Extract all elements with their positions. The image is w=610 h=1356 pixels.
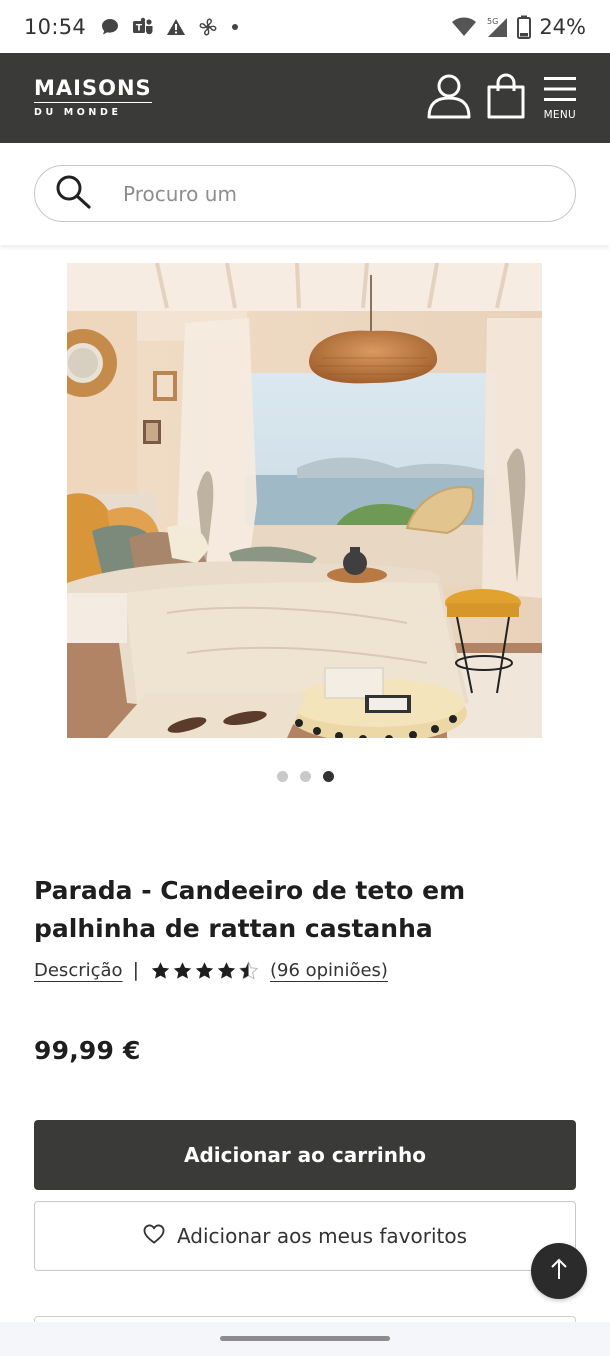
- hamburger-icon: [543, 76, 576, 106]
- site-logo[interactable]: MAISONS DU MONDE: [34, 78, 152, 118]
- star-half-icon: [238, 960, 258, 980]
- header-actions: MENU: [426, 73, 576, 123]
- status-notification-icons: T: [100, 17, 240, 37]
- star-full-icon: [151, 961, 170, 979]
- description-link[interactable]: Descrição: [34, 960, 123, 981]
- gesture-handle[interactable]: [220, 1336, 390, 1341]
- rating-stars[interactable]: [151, 960, 258, 980]
- battery-percentage: 24%: [539, 14, 586, 39]
- reviews-link[interactable]: (96 opiniões): [270, 960, 388, 981]
- meta-separator: |: [132, 959, 139, 981]
- site-header: MAISONS DU MONDE MENU: [0, 53, 610, 143]
- add-to-cart-button[interactable]: Adicionar ao carrinho: [34, 1120, 576, 1190]
- battery-icon: [517, 15, 532, 39]
- dot-icon: [230, 22, 240, 32]
- star-full-icon: [217, 961, 236, 979]
- network-type: 5G: [487, 17, 498, 26]
- carousel-indicators: [0, 771, 610, 782]
- search-box[interactable]: [34, 165, 576, 222]
- carousel-dot-1[interactable]: [276, 771, 288, 782]
- star-full-icon: [173, 961, 192, 979]
- menu-label: MENU: [543, 108, 576, 121]
- carousel-dot-3-active[interactable]: [322, 771, 334, 782]
- warning-icon: [166, 18, 186, 36]
- add-to-favorites-button[interactable]: Adicionar aos meus favoritos: [34, 1201, 576, 1271]
- shopping-bag-icon: [486, 73, 526, 123]
- product-title: Parada - Candeeiro de teto em palhinha d…: [34, 876, 466, 943]
- add-to-favorites-label: Adicionar aos meus favoritos: [176, 1224, 468, 1248]
- product-image[interactable]: [67, 263, 542, 738]
- user-icon: [426, 73, 472, 123]
- scroll-to-top-button[interactable]: [531, 1243, 587, 1299]
- search-bar-container: [0, 143, 610, 245]
- wifi-icon: [451, 17, 477, 37]
- star-full-icon: [195, 961, 214, 979]
- search-input[interactable]: [123, 181, 523, 206]
- logo-bottom-text: DU MONDE: [34, 107, 122, 119]
- product-price: 99,99 €: [34, 1036, 141, 1065]
- logo-top-text: MAISONS: [34, 78, 152, 104]
- chat-bubble-icon: [100, 17, 120, 37]
- account-button[interactable]: [426, 73, 472, 123]
- svg-text:T: T: [136, 23, 143, 33]
- search-icon[interactable]: [55, 174, 91, 214]
- product-photo-bedroom: [67, 263, 542, 738]
- status-bar: 10:54 T 5G 24%: [0, 0, 610, 53]
- fan-icon: [198, 17, 218, 37]
- signal-icon: 5G: [485, 15, 509, 39]
- status-system-icons: 5G 24%: [451, 15, 586, 39]
- cart-button[interactable]: [486, 73, 526, 123]
- teams-icon: T: [132, 17, 154, 37]
- product-meta-row: Descrição | (96 opiniões): [34, 959, 388, 981]
- heart-icon: [143, 1224, 165, 1249]
- carousel-dot-2[interactable]: [299, 771, 311, 782]
- menu-button[interactable]: MENU: [544, 76, 576, 121]
- arrow-up-icon: [549, 1257, 569, 1285]
- status-time: 10:54: [24, 14, 87, 39]
- navigation-gesture-bar: [0, 1322, 610, 1356]
